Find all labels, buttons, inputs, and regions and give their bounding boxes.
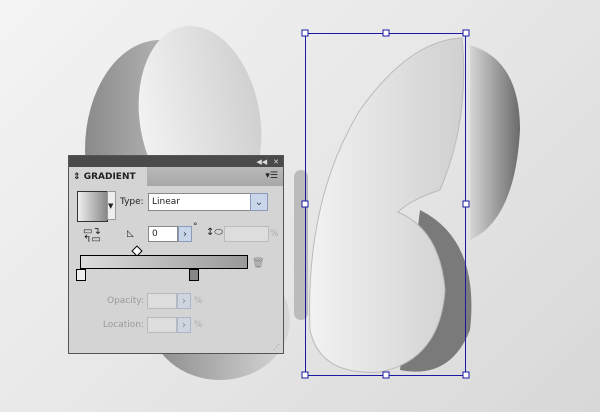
back-right-wing <box>470 45 520 240</box>
gradient-panel: ◀◀ ✕ ⇕ GRADIENT ▾☰ ▼ Type: Linear ⌄ ▭↴ ↰▭ … <box>68 155 284 354</box>
aspect-percent: % <box>270 229 279 239</box>
location-dropdown-button[interactable]: › <box>177 317 191 333</box>
aspect-ratio-icon: ↕⬭ <box>206 227 223 238</box>
resize-grip-icon[interactable]: ⋰ <box>273 343 280 351</box>
aspect-ratio-input[interactable] <box>224 226 269 242</box>
location-input[interactable] <box>147 317 177 333</box>
opacity-input[interactable] <box>147 293 177 309</box>
degree-symbol: ° <box>193 222 198 232</box>
angle-input[interactable]: 0 <box>148 226 178 242</box>
collapse-icon[interactable]: ◀◀ <box>256 158 267 166</box>
location-label: Location: <box>102 320 144 330</box>
gradient-stop-left[interactable] <box>76 269 86 281</box>
reverse-gradient-icon[interactable]: ▭↴ ↰▭ <box>83 227 101 245</box>
tab-gradient[interactable]: ⇕ GRADIENT <box>69 167 147 186</box>
opacity-percent: % <box>194 296 203 306</box>
opacity-dropdown-button[interactable]: › <box>177 293 191 309</box>
close-icon[interactable]: ✕ <box>273 158 279 166</box>
type-dropdown-button[interactable]: ⌄ <box>250 193 268 211</box>
angle-dropdown-button[interactable]: › <box>178 226 192 242</box>
sort-arrows-icon: ⇕ <box>73 171 81 182</box>
opacity-label: Opacity: <box>107 296 144 306</box>
type-label: Type: <box>120 197 144 207</box>
panel-menu-icon[interactable]: ▾☰ <box>265 171 278 181</box>
panel-titlebar[interactable]: ◀◀ ✕ <box>69 156 283 167</box>
location-percent: % <box>194 320 203 330</box>
gradient-slider-bar[interactable] <box>80 255 248 269</box>
angle-icon: ◺ <box>127 229 134 239</box>
gradient-swatch[interactable] <box>77 191 108 222</box>
swatch-dropdown[interactable]: ▼ <box>107 191 116 220</box>
delete-stop-icon[interactable]: 🗑 <box>252 258 265 269</box>
gradient-stop-right[interactable] <box>189 269 199 281</box>
